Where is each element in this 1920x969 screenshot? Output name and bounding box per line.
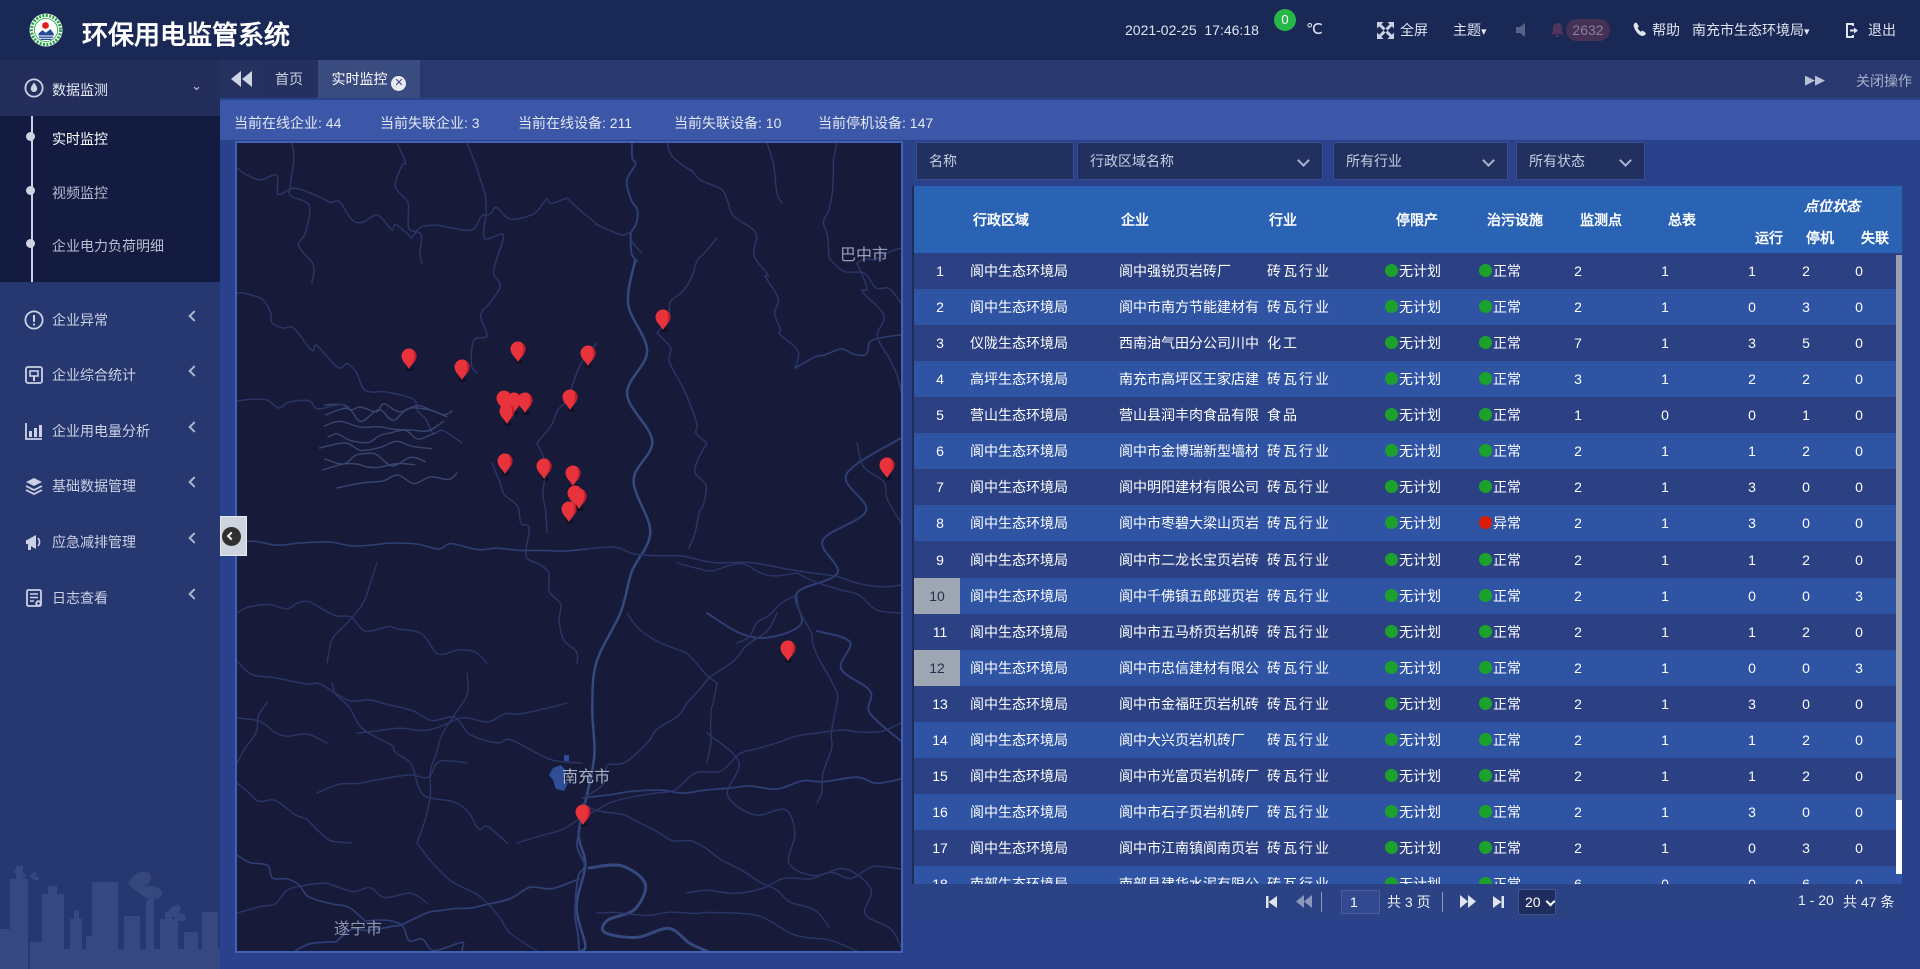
svg-text:巴中市: 巴中市: [840, 246, 888, 264]
svg-text:南充市: 南充市: [562, 768, 610, 786]
svg-text:遂宁市: 遂宁市: [334, 920, 382, 938]
